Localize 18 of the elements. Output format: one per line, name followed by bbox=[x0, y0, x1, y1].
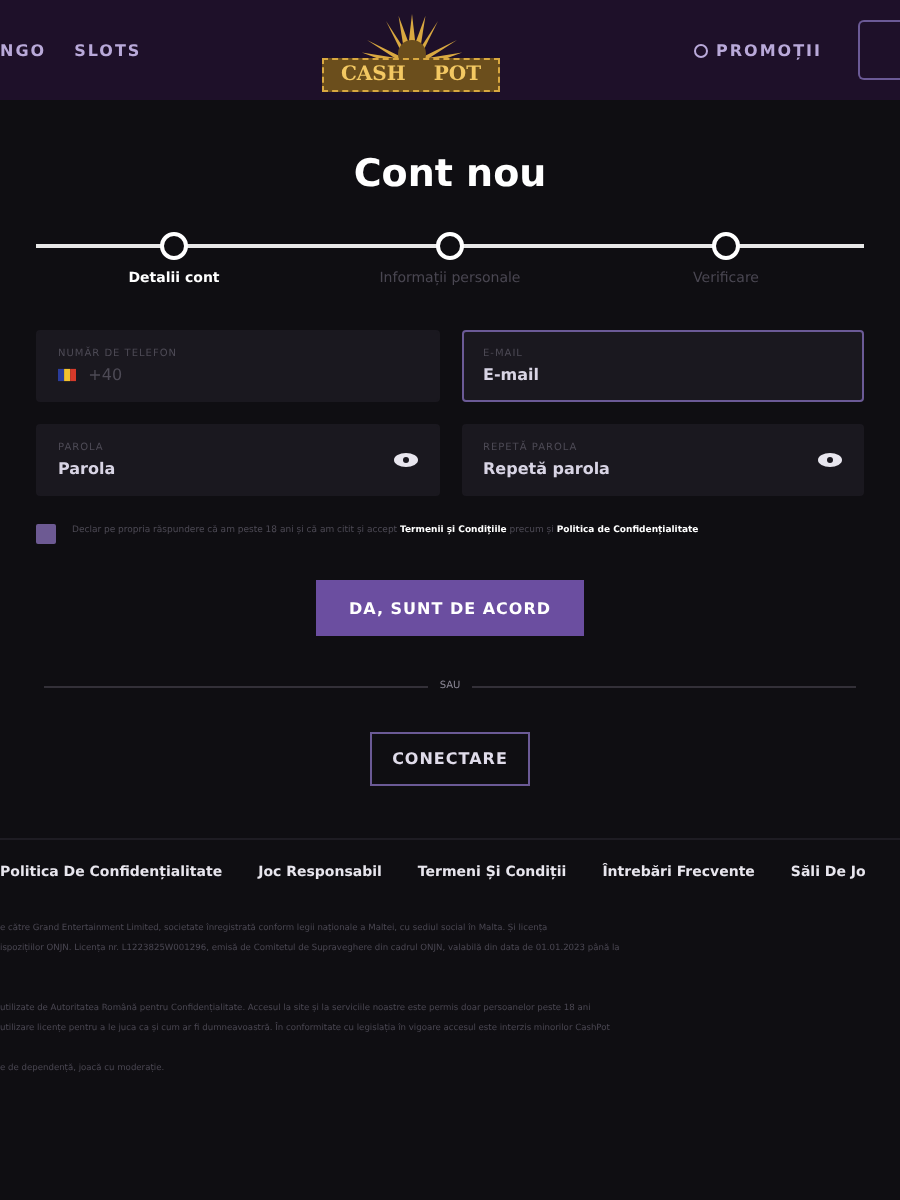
eye-icon[interactable] bbox=[393, 452, 417, 468]
promo-link[interactable]: PROMOȚII bbox=[499, 41, 822, 59]
text-input[interactable]: Repetă parola bbox=[483, 460, 806, 478]
eye-icon[interactable] bbox=[818, 452, 842, 468]
text-input[interactable]: E-mail bbox=[483, 366, 842, 384]
agree-button[interactable]: DA, SUNT DE ACORD bbox=[316, 580, 584, 636]
step-marker bbox=[712, 232, 740, 260]
nav-link[interactable]: SLOTS bbox=[74, 41, 142, 59]
page-title: Cont nou bbox=[351, 152, 549, 196]
login-button[interactable]: CONECTARE bbox=[370, 732, 530, 786]
header-button[interactable] bbox=[858, 20, 900, 80]
flag-icon bbox=[58, 368, 77, 382]
checkbox[interactable] bbox=[36, 524, 56, 544]
step-marker bbox=[436, 232, 464, 260]
logo[interactable]: CASH POT bbox=[322, 57, 500, 91]
nav-link[interactable]: NGO bbox=[0, 41, 47, 59]
step-marker bbox=[160, 232, 188, 260]
text-input[interactable]: Parola bbox=[58, 460, 381, 478]
